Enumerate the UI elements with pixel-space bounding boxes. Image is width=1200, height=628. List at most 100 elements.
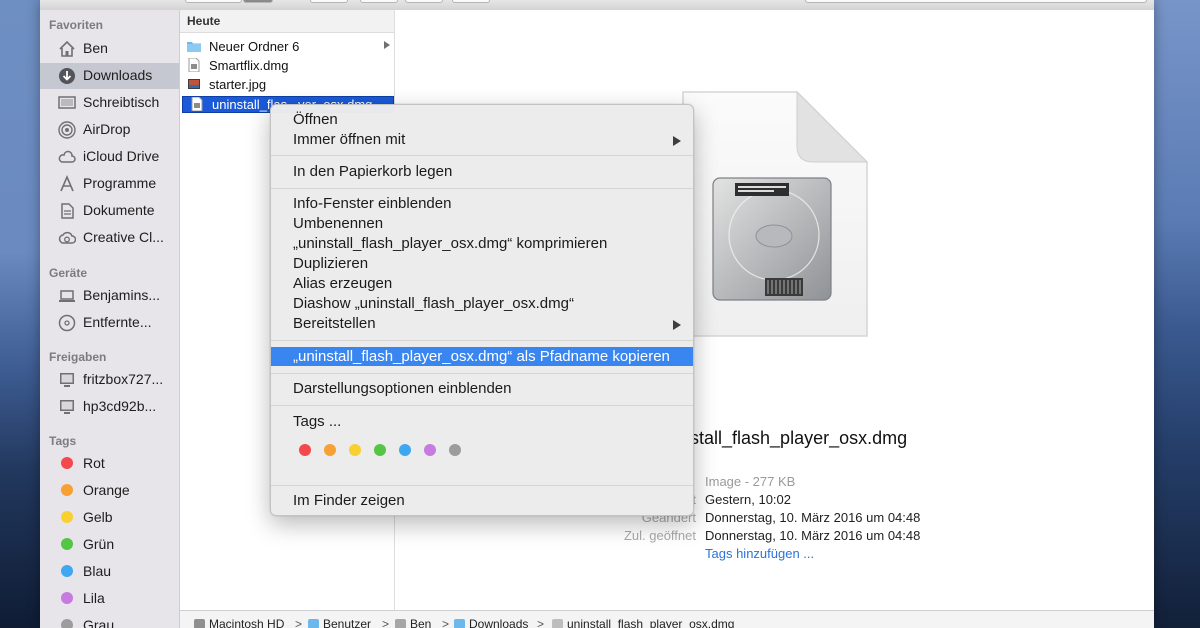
folder-icon <box>308 619 319 628</box>
tag-color-dot <box>61 457 73 469</box>
tag-purple-button[interactable] <box>424 444 436 456</box>
sidebar-item-entfernte[interactable]: Entfernte... <box>40 310 179 336</box>
opened-value: Donnerstag, 10. März 2016 um 04:48 <box>705 528 921 543</box>
documents-icon <box>61 203 74 219</box>
sidebar-item-ben[interactable]: Ben <box>40 36 179 62</box>
sidebar-item-label: Orange <box>83 482 130 498</box>
menu-item-info[interactable]: Info-Fenster einblenden <box>271 194 693 214</box>
menu-item-copy-path[interactable]: „uninstall_flash_player_osx.dmg“ als Pfa… <box>271 347 693 366</box>
sidebar-item-schreibtisch[interactable]: Schreibtisch <box>40 90 179 116</box>
sidebar-section-devices: Geräte <box>49 266 88 280</box>
desktop-background-left <box>0 0 40 628</box>
menu-item-slideshow[interactable]: Diashow „uninstall_flash_player_osx.dmg“ <box>271 294 693 314</box>
menu-item-label: Info-Fenster einblenden <box>293 195 452 212</box>
sidebar-item-creative-cloud[interactable]: Creative Cl... <box>40 225 179 251</box>
sidebar-item-label: Lila <box>83 590 105 606</box>
sidebar-item-downloads[interactable]: Downloads <box>40 63 179 89</box>
sidebar-tag-grau[interactable]: Grau <box>40 613 179 628</box>
downloads-icon <box>59 68 75 84</box>
menu-item-duplicate[interactable]: Duplizieren <box>271 254 693 274</box>
file-row[interactable]: Smartflix.dmg <box>180 56 394 75</box>
path-item-label: Macintosh HD <box>209 617 285 628</box>
tag-blue-button[interactable] <box>399 444 411 456</box>
path-item-macintosh-hd[interactable]: Macintosh HD <box>194 617 284 628</box>
menu-item-open[interactable]: Öffnen <box>271 110 693 130</box>
tag-red-button[interactable] <box>299 444 311 456</box>
sidebar-item-fritzbox[interactable]: fritzbox727... <box>40 367 179 393</box>
path-item-ben[interactable]: Ben <box>395 617 431 628</box>
sidebar-item-dokumente[interactable]: Dokumente <box>40 198 179 224</box>
sidebar-item-label: Entfernte... <box>83 314 152 330</box>
sidebar-item-label: Schreibtisch <box>83 94 160 110</box>
home-icon <box>59 40 75 57</box>
sidebar-tag-lila[interactable]: Lila <box>40 586 179 612</box>
sidebar-item-label: Blau <box>83 563 112 579</box>
menu-item-label: Diashow „uninstall_flash_player_osx.dmg“ <box>293 295 574 312</box>
menu-item-view-options[interactable]: Darstellungsoptionen einblenden <box>271 379 693 399</box>
menu-item-label: Duplizieren <box>293 255 369 272</box>
sidebar-item-label: Dokumente <box>83 202 155 218</box>
path-item-file[interactable]: uninstall_flash_player_osx.dmg <box>552 617 734 628</box>
sidebar-tag-rot[interactable]: Rot <box>40 451 179 477</box>
add-tags-link[interactable]: Tags hinzufügen ... <box>705 546 814 561</box>
sidebar-item-airdrop[interactable]: AirDrop <box>40 117 179 143</box>
arrange-button[interactable] <box>310 0 348 3</box>
tag-color-dot <box>61 538 73 550</box>
menu-separator <box>271 485 693 486</box>
menu-item-label: Umbenennen <box>293 215 384 232</box>
menu-item-compress[interactable]: „uninstall_flash_player_osx.dmg“ komprim… <box>271 234 693 254</box>
sidebar-item-programme[interactable]: Programme <box>40 171 179 197</box>
sidebar-item-label: Downloads <box>83 67 153 83</box>
menu-item-open-with[interactable]: Immer öffnen mit <box>271 130 693 150</box>
tag-color-dot <box>61 565 73 577</box>
sidebar-tag-blau[interactable]: Blau <box>40 559 179 585</box>
tag-orange-button[interactable] <box>324 444 336 456</box>
tag-yellow-button[interactable] <box>349 444 361 456</box>
file-row-folder[interactable]: Neuer Ordner 6 <box>180 37 394 56</box>
sidebar-item-icloud-drive[interactable]: iCloud Drive <box>40 144 179 170</box>
tag-green-button[interactable] <box>374 444 386 456</box>
sidebar-tag-orange[interactable]: Orange <box>40 478 179 504</box>
sidebar-item-hp[interactable]: hp3cd92b... <box>40 394 179 420</box>
tag-gray-button[interactable] <box>449 444 461 456</box>
applications-icon <box>60 175 74 192</box>
menu-item-tags[interactable]: Tags ... <box>271 412 693 432</box>
sidebar-tag-gruen[interactable]: Grün <box>40 532 179 558</box>
sidebar-item-label: hp3cd92b... <box>83 398 157 414</box>
sidebar-item-label: Grau <box>83 617 115 628</box>
desktop-background-right <box>1154 0 1200 628</box>
modified-value: Donnerstag, 10. März 2016 um 04:48 <box>705 510 921 525</box>
folder-icon <box>454 619 465 628</box>
path-item-benutzer[interactable]: Benutzer <box>308 617 371 628</box>
tag-color-dot <box>61 511 73 523</box>
menu-separator <box>271 405 693 406</box>
path-item-downloads[interactable]: Downloads <box>454 617 528 628</box>
file-row[interactable]: starter.jpg <box>180 75 394 94</box>
tags-button[interactable] <box>452 0 490 3</box>
opened-label: Zul. geöffnet <box>623 528 696 543</box>
action-button[interactable] <box>360 0 398 3</box>
sidebar-item-label: iCloud Drive <box>83 148 160 164</box>
sidebar-tag-gelb[interactable]: Gelb <box>40 505 179 531</box>
share-button[interactable] <box>405 0 443 3</box>
file-name: Smartflix.dmg <box>209 58 289 73</box>
sidebar: Favoriten Ben Downloads Schreibtisch Air… <box>40 10 180 628</box>
menu-item-show-in-finder[interactable]: Im Finder zeigen <box>271 491 693 511</box>
view-icon-button[interactable] <box>185 0 242 3</box>
path-item-label: Ben <box>410 617 432 628</box>
sidebar-section-tags: Tags <box>49 434 77 448</box>
menu-item-alias[interactable]: Alias erzeugen <box>271 274 693 294</box>
search-input[interactable] <box>805 0 1147 3</box>
sidebar-item-label: Grün <box>83 536 115 552</box>
menu-item-share[interactable]: Bereitstellen <box>271 314 693 334</box>
tag-color-dot <box>61 484 73 496</box>
path-separator-icon: > <box>537 617 545 628</box>
path-bar: Macintosh HD > Benutzer > Ben > Download… <box>180 610 1154 628</box>
menu-item-label: Darstellungsoptionen einblenden <box>293 380 512 397</box>
menu-item-rename[interactable]: Umbenennen <box>271 214 693 234</box>
view-columns-button[interactable] <box>243 0 273 3</box>
path-item-label: uninstall_flash_player_osx.dmg <box>567 617 735 628</box>
sidebar-item-benjamins[interactable]: Benjamins... <box>40 283 179 309</box>
menu-item-trash[interactable]: In den Papierkorb legen <box>271 162 693 182</box>
menu-item-label: Im Finder zeigen <box>293 492 405 509</box>
